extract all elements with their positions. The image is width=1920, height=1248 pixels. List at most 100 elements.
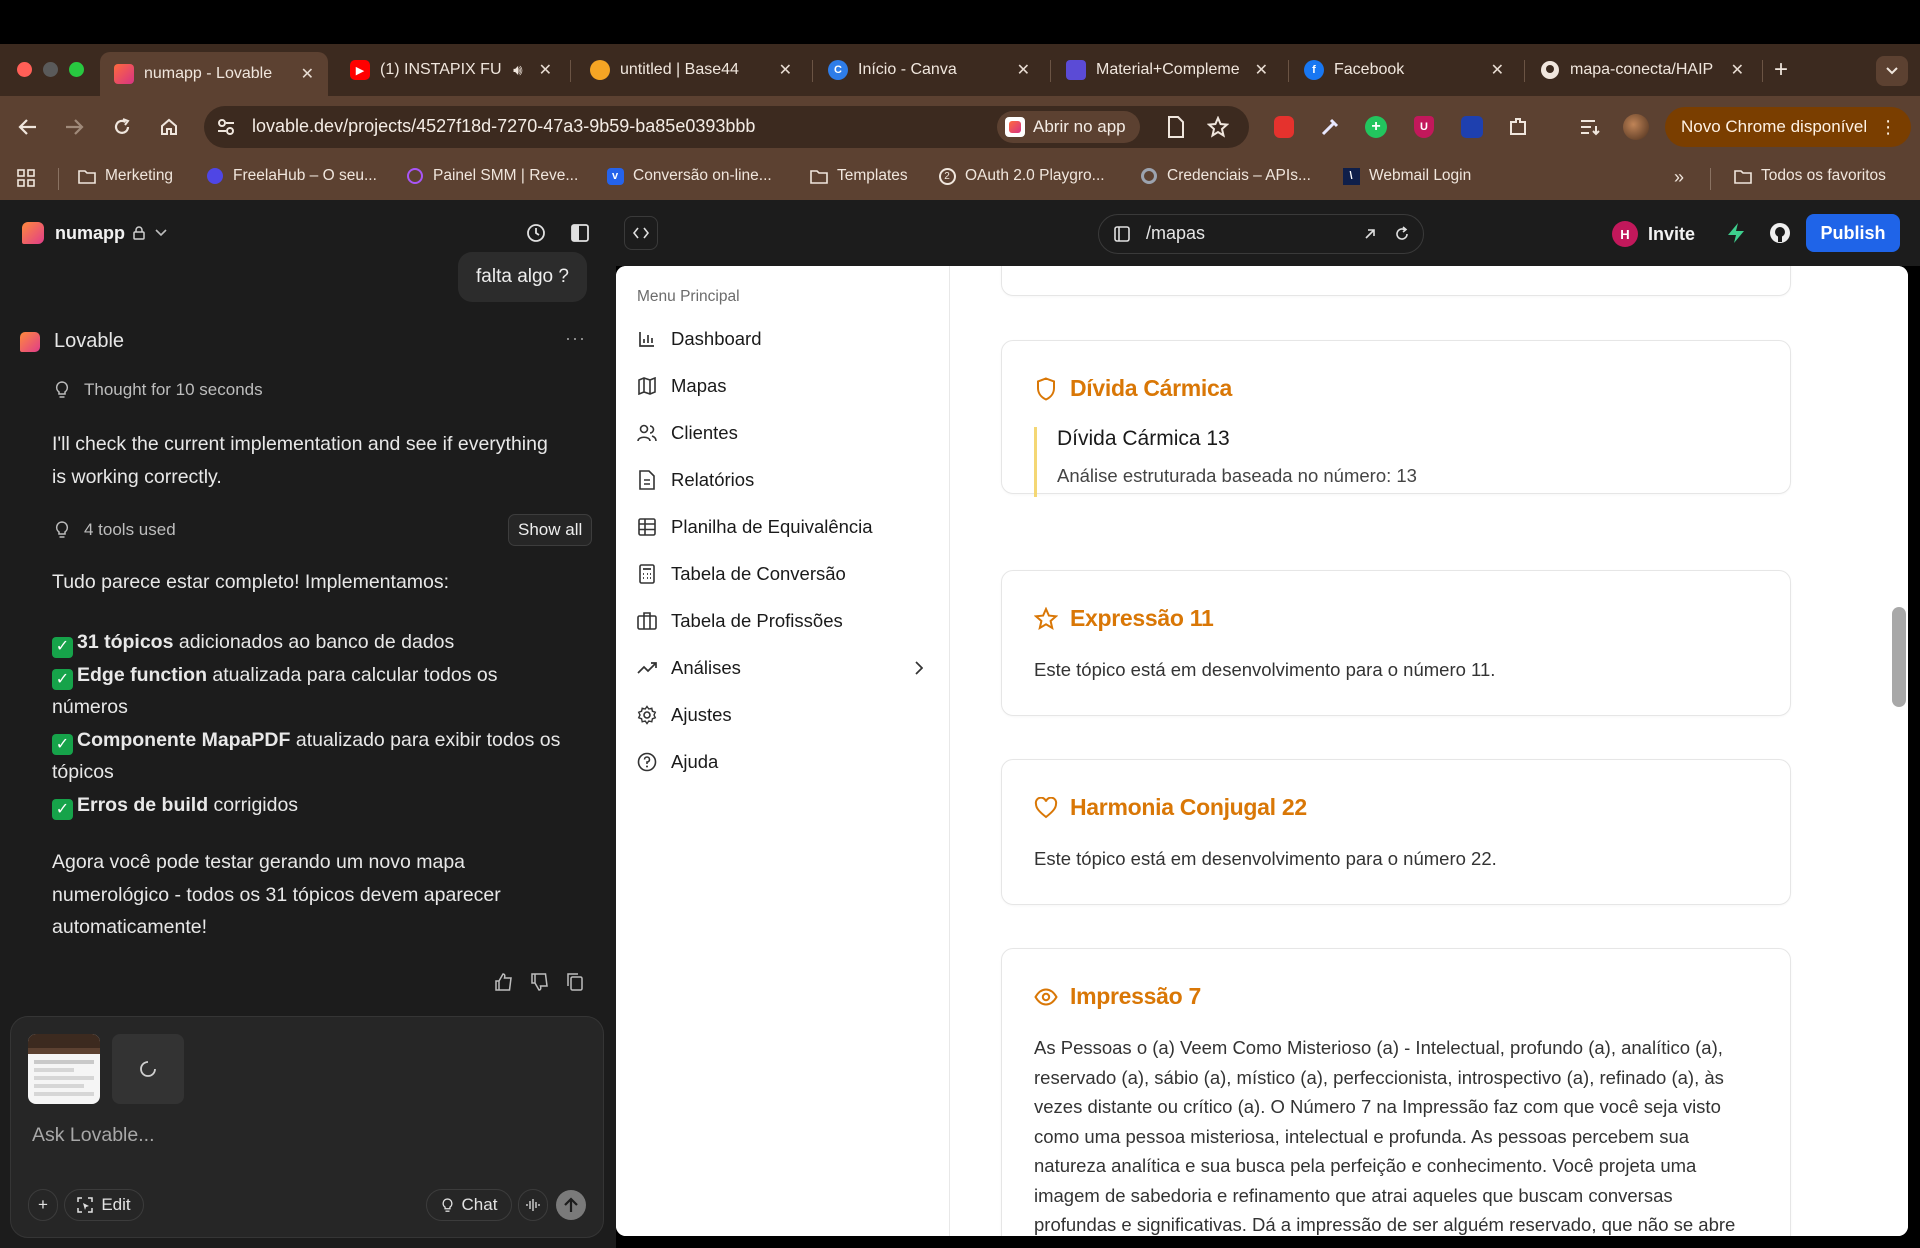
edit-mode-button[interactable]: Edit (64, 1189, 144, 1221)
close-tab-icon[interactable]: ✕ (1491, 60, 1504, 80)
refresh-preview-icon[interactable] (1388, 220, 1416, 248)
project-switcher[interactable]: numapp (22, 222, 167, 244)
preview-scrollbar[interactable] (1892, 607, 1906, 707)
close-window-button[interactable] (17, 62, 32, 77)
sidebar-item-ajuda[interactable]: Ajuda (637, 751, 927, 773)
github-icon[interactable] (1766, 219, 1794, 247)
sidebar-item-tabela-profissoes[interactable]: Tabela de Profissões (637, 610, 927, 632)
bookmark-webmail[interactable]: \ Webmail Login (1342, 167, 1471, 185)
new-tab-icon[interactable]: + (1774, 56, 1788, 84)
sidebar-title: Menu Principal (637, 288, 740, 305)
tab-facebook[interactable]: f Facebook ✕ (1290, 52, 1518, 88)
extension-plus-icon[interactable]: + (1362, 113, 1390, 141)
chrome-update-button[interactable]: Novo Chrome disponível ⋮ (1665, 107, 1912, 147)
shield-icon (1034, 376, 1058, 401)
sidebar-item-tabela-conversao[interactable]: Tabela de Conversão (637, 563, 927, 585)
sidebar-item-ajustes[interactable]: Ajustes (637, 704, 927, 726)
bookmark-painel-smm[interactable]: Painel SMM | Reve... (406, 167, 578, 185)
sidebar-item-analises[interactable]: Análises (637, 657, 927, 679)
reading-list-icon[interactable] (1576, 113, 1604, 141)
speaker-icon[interactable]: 🔊︎ (513, 62, 522, 79)
page-icon[interactable] (1162, 113, 1190, 141)
close-tab-icon[interactable]: ✕ (1731, 60, 1744, 80)
apps-grid-icon[interactable] (12, 164, 40, 192)
thought-indicator[interactable]: Thought for 10 seconds (54, 380, 263, 400)
profile-avatar[interactable] (1622, 113, 1650, 141)
open-in-app-button[interactable]: Abrir no app (997, 111, 1140, 143)
add-attachment-button[interactable]: + (28, 1189, 58, 1221)
tools-used-indicator[interactable]: 4 tools used (54, 520, 176, 540)
close-tab-icon[interactable]: ✕ (779, 60, 792, 80)
voice-input-button[interactable] (518, 1189, 548, 1221)
bookmark-merketing[interactable]: Merketing (78, 167, 173, 185)
close-tab-icon[interactable]: ✕ (301, 64, 314, 84)
tab-search-button[interactable] (1876, 56, 1908, 86)
route-text: /mapas (1146, 223, 1206, 243)
table-icon (637, 517, 657, 537)
sidebar-toggle-icon[interactable] (566, 219, 594, 247)
chat-mode-button[interactable]: Chat (426, 1189, 512, 1221)
bookmark-conversao[interactable]: v Conversão on-line... (606, 167, 772, 185)
close-tab-icon[interactable]: ✕ (1017, 60, 1030, 80)
extensions-puzzle-icon[interactable] (1504, 113, 1532, 141)
tab-separator (1762, 60, 1763, 82)
tab-github[interactable]: mapa-conecta/HAIP ✕ (1526, 52, 1758, 88)
bookmarks-divider (1710, 168, 1711, 190)
tab-numapp[interactable]: numapp - Lovable ✕ (100, 52, 328, 96)
reload-icon[interactable] (108, 113, 136, 141)
publish-button[interactable]: Publish (1806, 214, 1900, 252)
arrow-up-icon (564, 1197, 578, 1212)
menu-bar-area (0, 0, 1920, 44)
bookmark-templates[interactable]: Templates (810, 167, 908, 185)
attachment-loading[interactable] (112, 1034, 184, 1104)
bookmark-freelahub[interactable]: FreelaHub – O seu... (206, 167, 377, 185)
history-icon[interactable] (522, 219, 550, 247)
minimize-window-button[interactable] (43, 62, 58, 77)
bookmark-oauth[interactable]: 2 OAuth 2.0 Playgro... (938, 167, 1105, 185)
close-tab-icon[interactable]: ✕ (1255, 60, 1268, 80)
copy-icon[interactable] (566, 972, 588, 994)
open-external-icon[interactable] (1356, 220, 1384, 248)
site-settings-icon[interactable] (212, 113, 240, 141)
show-all-tools-button[interactable]: Show all (508, 514, 593, 546)
ublock-icon[interactable]: U (1410, 113, 1438, 141)
tab-base44[interactable]: untitled | Base44 ✕ (576, 52, 806, 88)
topic-card: Expressão 11 Este tópico está em desenvo… (1001, 570, 1791, 716)
thumbs-up-icon[interactable] (494, 972, 516, 994)
code-view-button[interactable] (624, 216, 658, 250)
invite-button[interactable]: H Invite (1612, 216, 1695, 252)
pages-icon[interactable] (1108, 220, 1136, 248)
select-icon (77, 1197, 94, 1213)
lovable-logo-icon (20, 331, 40, 352)
bookmark-star-icon[interactable] (1204, 113, 1232, 141)
sidebar-item-planilha[interactable]: Planilha de Equivalência (637, 516, 927, 538)
lovable-logo-icon (22, 222, 44, 244)
message-more-button[interactable]: ··· (565, 328, 586, 349)
sidebar-item-mapas[interactable]: Mapas (637, 375, 927, 397)
send-button[interactable] (556, 1190, 586, 1220)
forward-arrow-icon[interactable] (60, 113, 88, 141)
extension-blue-icon[interactable] (1458, 113, 1486, 141)
url-text[interactable]: lovable.dev/projects/4527f18d-7270-47a3-… (252, 116, 755, 137)
zoom-window-button[interactable] (69, 62, 84, 77)
sidebar-item-dashboard[interactable]: Dashboard (637, 328, 927, 350)
tab-canva[interactable]: C Início - Canva ✕ (814, 52, 1044, 88)
file-text-icon (637, 470, 657, 490)
bookmark-credenciais[interactable]: Credenciais – APIs... (1140, 167, 1311, 185)
more-bookmarks-icon[interactable]: » (1674, 167, 1684, 188)
supabase-icon[interactable] (1722, 219, 1750, 247)
tab-instapix[interactable]: ▶ (1) INSTAPIX FU 🔊︎ ✕ (336, 52, 566, 88)
sidebar-item-clientes[interactable]: Clientes (637, 422, 927, 444)
tab-separator (812, 60, 813, 82)
home-icon[interactable] (155, 113, 183, 141)
sidebar-item-relatorios[interactable]: Relatórios (637, 469, 927, 491)
eyedropper-icon[interactable] (1316, 113, 1344, 141)
close-tab-icon[interactable]: ✕ (539, 60, 552, 80)
bookmark-all-favorites[interactable]: Todos os favoritos (1734, 167, 1886, 185)
extension-red-icon[interactable] (1270, 113, 1298, 141)
chat-input[interactable]: Ask Lovable... (32, 1124, 154, 1147)
thumbs-down-icon[interactable] (530, 972, 552, 994)
back-arrow-icon[interactable] (14, 113, 42, 141)
attachment-thumbnail[interactable] (28, 1034, 100, 1104)
tab-material[interactable]: Material+Compleme ✕ (1052, 52, 1282, 88)
